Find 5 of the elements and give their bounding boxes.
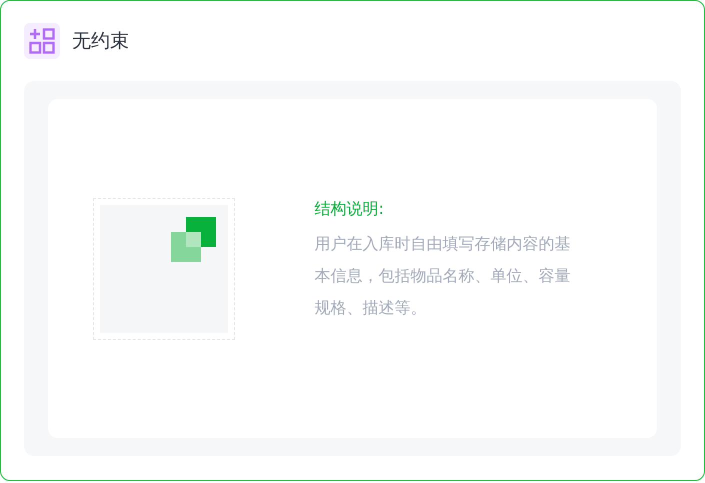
section-title: 无约束	[72, 29, 129, 54]
description-heading: 结构说明:	[314, 199, 385, 220]
description-text: 用户在入库时自由填写存储内容的基本信息，包括物品名称、单位、容量规格、描述等。	[314, 233, 572, 319]
grid-plus-icon	[24, 23, 60, 59]
overlapping-squares-icon	[170, 216, 216, 262]
